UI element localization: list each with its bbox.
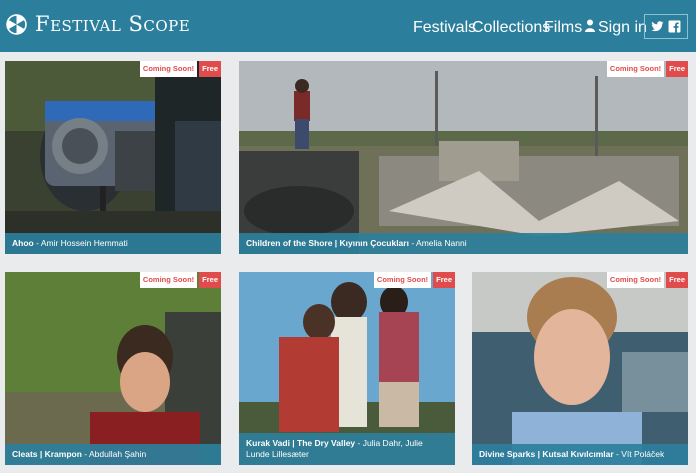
film-caption: Cleats | Krampon - Abdullah Şahin [5,444,221,465]
film-caption: Divine Sparks | Kutsal Kıvılcımlar - Vít… [472,444,688,465]
free-badge: Free [433,272,455,288]
coming-soon-badge: Coming Soon! [606,61,665,77]
brand-name: Festival Scope [35,12,191,36]
coming-soon-badge: Coming Soon! [373,272,432,288]
coming-soon-badge: Coming Soon! [139,272,198,288]
film-caption: Children of the Shore | Kıyının Çocuklar… [239,233,688,254]
film-card-cleats[interactable]: Coming Soon! Free Cleats | Krampon - Abd… [5,272,221,465]
film-director: Vít Poláček [621,449,665,459]
nav-collections-link[interactable]: Collections [472,19,550,37]
film-card-divine-sparks[interactable]: Coming Soon! Free Divine Sparks | Kutsal… [472,272,688,465]
film-title: Kurak Vadi | The Dry Valley [246,438,356,448]
top-navigation-bar: Festival Scope Festivals Collections Fil… [0,0,696,52]
film-still-image [472,272,688,465]
film-still-image [5,61,221,254]
film-card-kurak-vadi[interactable]: Coming Soon! Free Kurak Vadi | The Dry V… [239,272,455,465]
nav-films-link[interactable]: Films [544,19,582,37]
film-title: Children of the Shore | Kıyının Çocuklar… [246,238,409,248]
badges: Coming Soon! Free [139,272,221,288]
free-badge: Free [666,272,688,288]
coming-soon-badge: Coming Soon! [606,272,665,288]
free-badge: Free [199,272,221,288]
film-director: Amir Hossein Hemmati [40,238,128,248]
film-title: Ahoo [12,238,34,248]
brand-logo[interactable]: Festival Scope [6,12,190,36]
badges: Coming Soon! Free [606,61,688,77]
film-director: Amelia Nanni [416,238,467,248]
nav-festivals-link[interactable]: Festivals [413,19,476,37]
film-card-ahoo[interactable]: Coming Soon! Free Ahoo - Amir Hossein He… [5,61,221,254]
badges: Coming Soon! Free [139,61,221,77]
festival-scope-logo-icon [6,13,27,35]
film-director: Abdullah Şahin [89,449,147,459]
film-caption: Kurak Vadi | The Dry Valley - Julia Dahr… [239,433,455,465]
coming-soon-badge: Coming Soon! [139,61,198,77]
user-icon[interactable] [585,19,595,32]
free-badge: Free [199,61,221,77]
badges: Coming Soon! Free [606,272,688,288]
film-still-image [239,61,688,254]
free-badge: Free [666,61,688,77]
film-still-image [5,272,221,465]
film-card-children-of-the-shore[interactable]: Coming Soon! Free Children of the Shore … [239,61,688,254]
film-caption: Ahoo - Amir Hossein Hemmati [5,233,221,254]
facebook-icon[interactable] [668,20,681,33]
film-title: Cleats | Krampon [12,449,82,459]
badges: Coming Soon! Free [373,272,455,288]
twitter-icon[interactable] [651,20,664,33]
nav-signin-link[interactable]: Sign in [598,19,647,37]
social-links [644,14,688,39]
film-title: Divine Sparks | Kutsal Kıvılcımlar [479,449,614,459]
